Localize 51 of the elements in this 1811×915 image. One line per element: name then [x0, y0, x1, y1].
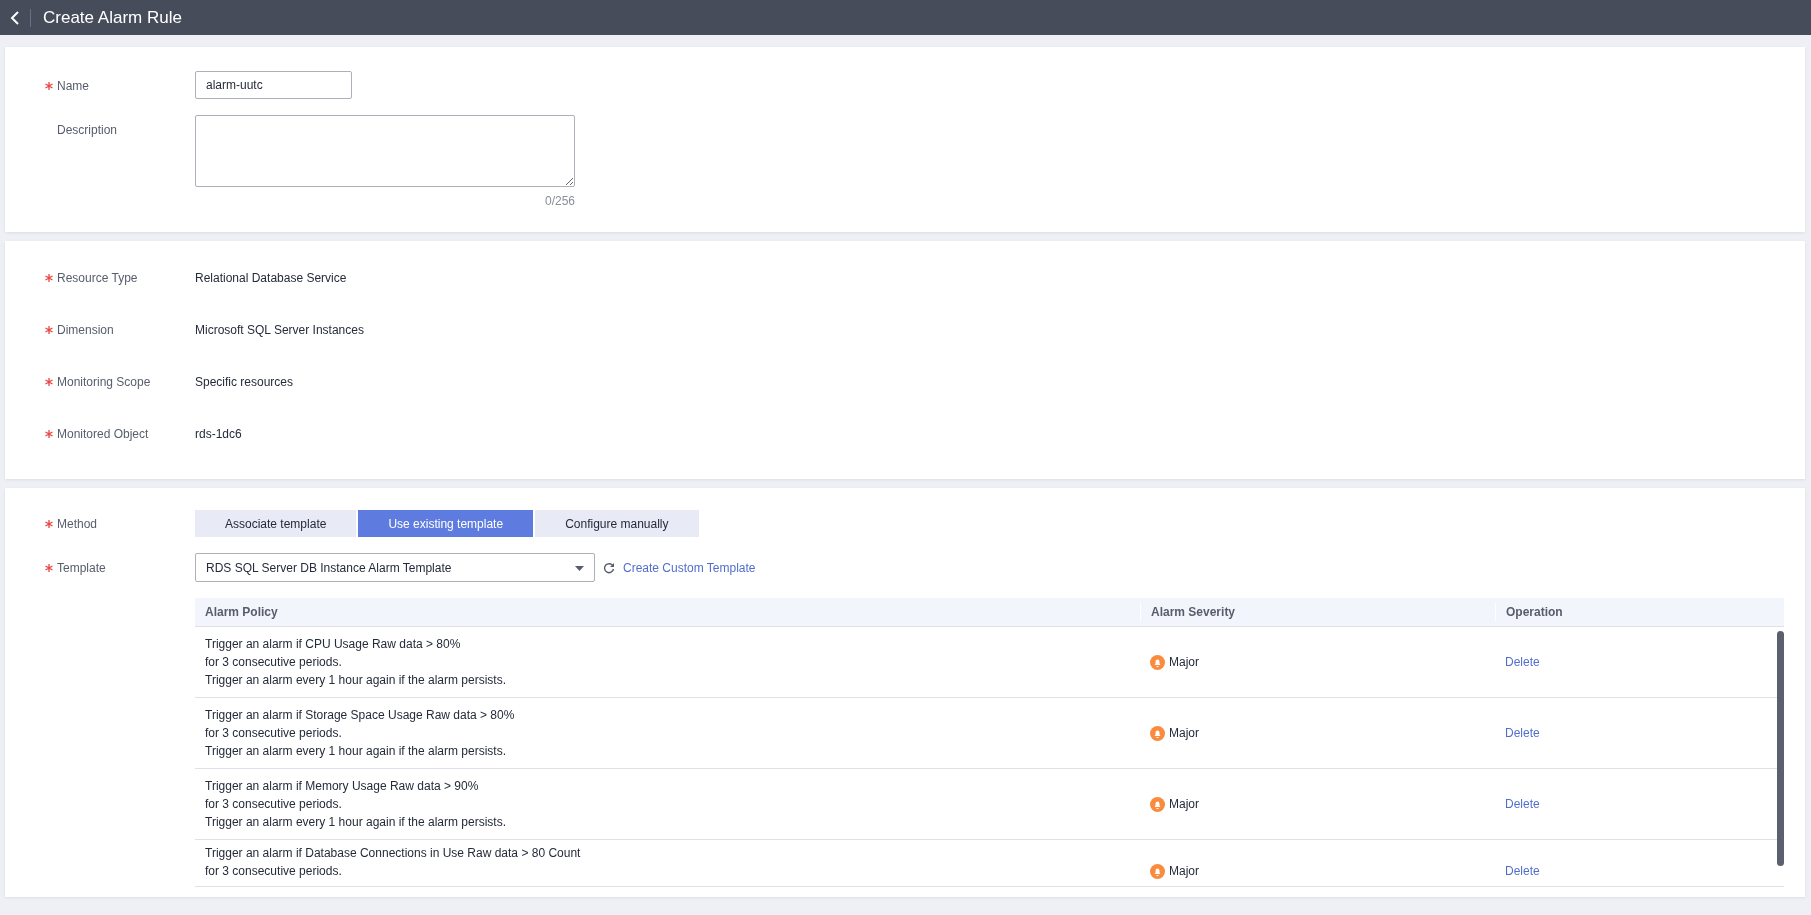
create-template-link[interactable]: Create Custom Template — [623, 558, 756, 577]
delete-link[interactable]: Delete — [1505, 726, 1540, 740]
policy-text: Trigger an alarm every 1 hour again if the alarm persists. — [205, 743, 508, 760]
field-value: rds-1dc6 — [195, 426, 242, 443]
severity-text: Major — [1169, 725, 1199, 742]
field-label: Monitoring Scope — [57, 374, 151, 391]
bell-icon — [1150, 796, 1165, 812]
name-input[interactable]: alarm-uutc — [195, 71, 352, 99]
policy-text: Trigger an alarm if Memory Usage Raw data > 90% — [205, 778, 480, 795]
bell-icon — [1150, 863, 1165, 879]
bell-icon — [1150, 725, 1165, 741]
field-value: Relational Database Service — [195, 270, 347, 287]
policy-text: for 3 consecutive periods. — [205, 863, 343, 880]
field-label: Monitored Object — [57, 426, 149, 443]
field-value: Specific resources — [195, 374, 294, 391]
page-title: Create Alarm Rule — [30, 8, 182, 27]
field-label: Method — [57, 515, 98, 533]
field-label: Dimension — [57, 322, 114, 339]
severity-text: Major — [1169, 796, 1199, 813]
method-tab[interactable]: Use existing template — [358, 510, 534, 537]
field-label: Template — [57, 559, 106, 577]
policy-text: for 3 consecutive periods. — [205, 725, 343, 742]
column-header: Operation — [1495, 603, 1784, 621]
field-label: Resource Type — [57, 270, 138, 287]
method-tab[interactable]: Associate template — [195, 510, 357, 537]
policy-text: for 3 consecutive periods. — [205, 796, 343, 813]
column-header: Alarm Severity — [1140, 603, 1495, 621]
severity-text: Major — [1169, 863, 1199, 880]
dropdown-caret-icon — [575, 565, 584, 571]
policy-text: Trigger an alarm every 1 hour again if the alarm persists. — [205, 672, 508, 689]
severity-text: Major — [1169, 654, 1199, 671]
scrollbar-thumb[interactable] — [1777, 631, 1784, 866]
policy-text: Trigger an alarm if CPU Usage Raw data > 80% — [205, 636, 462, 653]
delete-link[interactable]: Delete — [1505, 655, 1540, 669]
refresh-icon[interactable] — [603, 562, 615, 575]
field-label: Name — [57, 78, 89, 95]
policy-text: for 3 consecutive periods. — [205, 654, 343, 671]
method-tab[interactable]: Configure manually — [535, 510, 699, 537]
column-header: Alarm Policy — [204, 604, 279, 621]
policy-text: Trigger an alarm if Storage Space Usage Raw data > 80% — [205, 707, 516, 724]
delete-link[interactable]: Delete — [1505, 864, 1540, 878]
field-value: Microsoft SQL Server Instances — [195, 322, 364, 339]
back-icon[interactable] — [10, 10, 20, 25]
character-counter: 0/256 — [544, 194, 575, 208]
template-select[interactable]: RDS SQL Server DB Instance Alarm Template — [195, 553, 595, 582]
description-input[interactable] — [195, 115, 575, 187]
delete-link[interactable]: Delete — [1505, 797, 1540, 811]
policy-text: Trigger an alarm every 1 hour again if the alarm persists. — [205, 814, 508, 831]
bell-icon — [1150, 654, 1165, 670]
policy-text: Trigger an alarm if Database Connections in Use Raw data > 80 Count — [205, 845, 582, 862]
field-label: Description — [57, 122, 118, 139]
